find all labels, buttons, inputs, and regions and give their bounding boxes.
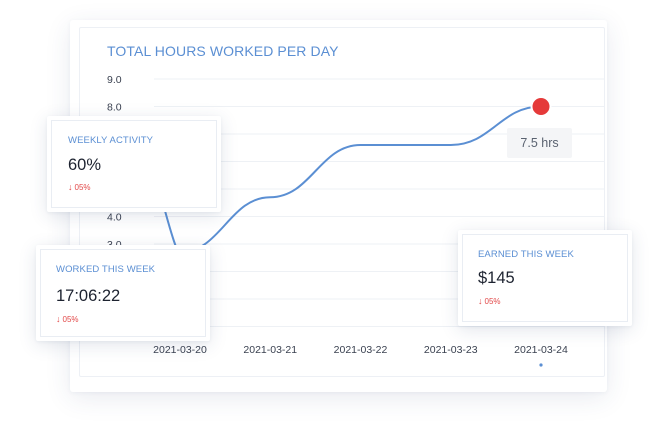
- arrow-down-icon: ↓: [56, 314, 61, 324]
- x-tick-label: 2021-03-20: [153, 344, 207, 356]
- worked-this-week-change: ↓ 05%: [56, 314, 79, 324]
- highlight-point: [530, 96, 552, 117]
- arrow-down-icon: ↓: [68, 182, 73, 192]
- x-tick-label: 2021-03-24: [514, 344, 568, 356]
- worked-this-week-value: 17:06:22: [56, 287, 121, 305]
- weekly-activity-card[interactable]: WEEKLY ACTIVITY 60% ↓ 05%: [47, 116, 221, 212]
- y-tick-label: 9.0: [107, 74, 122, 86]
- value-tooltip: 7.5 hrs: [507, 128, 572, 158]
- x-axis-ticks: 2021-03-20 2021-03-21 2021-03-22 2021-03-23…: [153, 344, 568, 367]
- earned-this-week-card[interactable]: EARNED THIS WEEK $145 ↓ 05%: [458, 230, 632, 326]
- worked-this-week-label: WORKED THIS WEEK: [56, 264, 156, 275]
- arrow-down-icon: ↓: [478, 296, 483, 306]
- x-tick-label: 2021-03-23: [424, 344, 478, 356]
- earned-this-week-change: ↓ 05%: [478, 296, 501, 306]
- weekly-activity-value: 60%: [68, 156, 102, 174]
- active-tick-dot: [539, 363, 543, 367]
- series-points: [530, 96, 552, 117]
- x-tick-label: 2021-03-22: [334, 344, 388, 356]
- dashboard-stage: TOTAL HOURS WORKED PER DAY 9.08.04.03.0 …: [0, 0, 668, 423]
- weekly-activity-change-value: 05%: [74, 183, 91, 192]
- y-tick-label: 4.0: [107, 212, 122, 224]
- y-tick-label: 8.0: [107, 102, 122, 114]
- worked-this-week-change-value: 05%: [62, 315, 79, 324]
- weekly-activity-label: WEEKLY ACTIVITY: [68, 135, 154, 146]
- earned-this-week-value: $145: [478, 269, 515, 287]
- earned-this-week-change-value: 05%: [484, 297, 501, 306]
- worked-this-week-card[interactable]: WORKED THIS WEEK 17:06:22 ↓ 05%: [36, 245, 210, 341]
- x-tick-label: 2021-03-21: [243, 344, 297, 356]
- earned-this-week-label: EARNED THIS WEEK: [478, 249, 574, 260]
- weekly-activity-change: ↓ 05%: [68, 182, 91, 192]
